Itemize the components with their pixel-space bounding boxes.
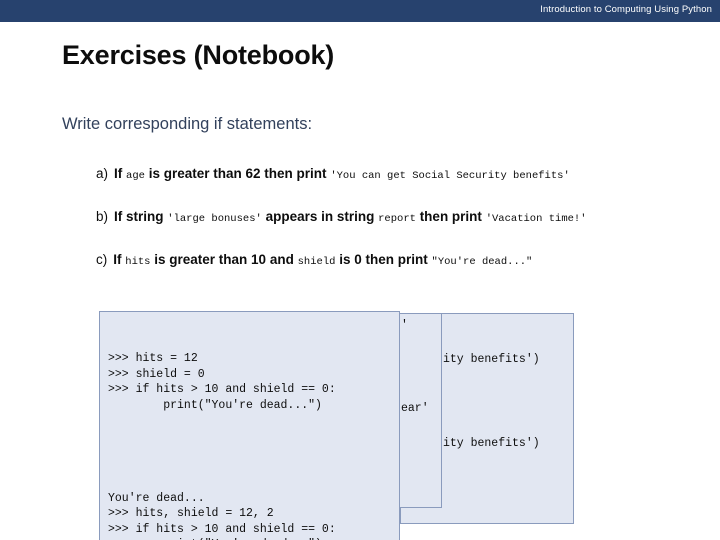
exercise-c-if: If	[113, 252, 122, 267]
exercise-c-and: and	[269, 252, 294, 267]
exercise-c-mid: is greater than	[154, 252, 248, 267]
exercise-b-mid: appears in string	[265, 209, 375, 224]
course-title-text: Introduction to Computing Using Python	[540, 4, 712, 15]
console-window-front[interactable]: >>> hits = 12 >>> shield = 0 >>> if hits…	[99, 311, 400, 540]
exercise-a-mid: is greater than	[148, 166, 242, 181]
exercise-b-if: If string	[114, 209, 164, 224]
exercise-marker-a: a)	[96, 166, 109, 181]
page-title: Exercises (Notebook)	[62, 40, 335, 70]
exercise-c-string: "You're dead..."	[431, 256, 533, 268]
exercise-a-then-print: then print	[264, 166, 327, 181]
exercise-item-a: a) If age is greater than 62 then print '…	[96, 166, 570, 183]
exercise-a-var-age: age	[126, 170, 145, 182]
exercise-b-string-literal: 'large bonuses'	[167, 213, 262, 225]
console-mid-fragment-1: '	[401, 319, 408, 332]
console-rear-fragment-1: ity benefits')	[443, 353, 540, 366]
exercise-c-then-print: then print	[365, 252, 428, 267]
exercise-item-c: c) If hits is greater than 10 and shield …	[96, 252, 532, 269]
top-banner: Introduction to Computing Using Python	[0, 0, 720, 22]
exercise-c-number: 10	[251, 252, 267, 267]
exercise-c-var-hits: hits	[125, 256, 151, 268]
exercise-b-var-report: report	[378, 213, 416, 225]
exercise-b-then-print: then print	[419, 209, 482, 224]
exercise-c-var-shield: shield	[297, 256, 336, 268]
console-code-bottom: You're dead... >>> hits, shield = 12, 2 …	[108, 491, 336, 540]
exercise-a-if: If	[114, 166, 123, 181]
exercise-a-string: 'You can get Social Security benefits'	[330, 170, 570, 182]
exercise-b-string: 'Vacation time!'	[485, 213, 587, 225]
console-rear-fragment-2: ity benefits')	[443, 437, 540, 450]
console-window-middle: ' ear'	[398, 313, 442, 508]
exercise-marker-c: c)	[96, 252, 108, 267]
console-mid-fragment-2: ear'	[401, 402, 429, 415]
exercise-item-b: b) If string 'large bonuses' appears in s…	[96, 209, 587, 226]
slide-subtitle: Write corresponding if statements:	[62, 115, 313, 133]
exercise-marker-b: b)	[96, 209, 109, 224]
exercise-c-is: is	[339, 252, 351, 267]
exercise-c-number-2: 0	[354, 252, 362, 267]
exercise-a-number: 62	[245, 166, 261, 181]
console-code-top: >>> hits = 12 >>> shield = 0 >>> if hits…	[108, 352, 336, 412]
